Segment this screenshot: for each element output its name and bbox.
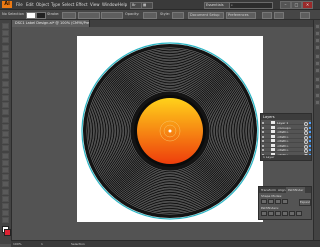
layer-name: <Group> bbox=[277, 125, 292, 130]
visibility-eye-icon[interactable] bbox=[262, 140, 264, 142]
selection-indicator bbox=[309, 135, 311, 138]
visibility-eye-icon[interactable] bbox=[262, 149, 264, 151]
selection-indicator bbox=[309, 144, 311, 147]
visibility-eye-icon[interactable] bbox=[262, 122, 264, 124]
pathfinder-panel-header: Transform Align Pathfinder bbox=[259, 187, 311, 193]
visibility-eye-icon[interactable] bbox=[262, 126, 264, 129]
outline-button[interactable] bbox=[289, 211, 295, 216]
layer-thumbnail bbox=[271, 139, 275, 142]
zoom-level[interactable]: 100% bbox=[13, 241, 22, 247]
spindle-hole bbox=[168, 129, 172, 133]
minus-back-button[interactable] bbox=[296, 211, 302, 216]
layer-name: Layer 1 bbox=[277, 121, 289, 125]
minus-front-button[interactable] bbox=[268, 199, 274, 204]
layer-name: <Path> bbox=[277, 139, 289, 143]
selection-indicator bbox=[309, 126, 311, 129]
layers-panel: Layers Layer 1 <Group> <Path> <Path> <Path> <… bbox=[260, 113, 312, 161]
layer-thumbnail bbox=[271, 130, 275, 133]
divide-button[interactable] bbox=[261, 211, 267, 216]
exclude-button[interactable] bbox=[282, 199, 288, 204]
selection-indicator bbox=[309, 149, 311, 151]
layer-row[interactable]: <Path> bbox=[261, 130, 311, 135]
crop-button[interactable] bbox=[282, 211, 288, 216]
visibility-eye-icon[interactable] bbox=[262, 135, 264, 138]
layers-count: 1 Layer bbox=[261, 155, 311, 160]
intersect-button[interactable] bbox=[275, 199, 281, 204]
layer-name: <Path> bbox=[277, 148, 289, 152]
layer-thumbnail bbox=[271, 143, 275, 147]
pathfinders-label: Pathfinders: bbox=[261, 206, 279, 210]
tab-pathfinder[interactable]: Pathfinder bbox=[286, 187, 306, 193]
current-tool: Selection bbox=[71, 242, 85, 246]
trim-button[interactable] bbox=[268, 211, 274, 216]
layer-thumbnail bbox=[271, 125, 275, 129]
layer-row[interactable]: <Path> bbox=[261, 139, 311, 144]
selection-indicator bbox=[309, 131, 311, 133]
layer-name: <Path> bbox=[277, 143, 289, 148]
visibility-eye-icon[interactable] bbox=[262, 144, 264, 147]
layer-name: <Path> bbox=[277, 134, 289, 139]
layer-row[interactable]: <Group> bbox=[261, 125, 311, 131]
selection-indicator bbox=[309, 140, 311, 142]
pathfinder-panel: Transform Align Pathfinder Shape Modes: … bbox=[258, 186, 312, 220]
layer-row[interactable]: <Path> bbox=[261, 143, 311, 149]
visibility-eye-icon[interactable] bbox=[262, 131, 264, 133]
layer-thumbnail bbox=[271, 134, 275, 138]
layers-panel-title: Layers bbox=[261, 114, 311, 120]
layer-name: <Path> bbox=[277, 130, 289, 134]
layer-row[interactable]: <Path> bbox=[261, 134, 311, 140]
layer-row[interactable]: Layer 1 bbox=[261, 121, 311, 126]
shape-modes-label: Shape Modes: bbox=[261, 194, 283, 198]
layer-thumbnail bbox=[271, 148, 275, 151]
layer-thumbnail bbox=[271, 121, 275, 124]
layer-row[interactable]: <Path> bbox=[261, 148, 311, 153]
expand-button[interactable]: Expand bbox=[299, 199, 311, 206]
selection-indicator bbox=[309, 122, 311, 124]
unite-button[interactable] bbox=[261, 199, 267, 204]
artboard-number[interactable]: 1 bbox=[41, 241, 43, 247]
merge-button[interactable] bbox=[275, 211, 281, 216]
